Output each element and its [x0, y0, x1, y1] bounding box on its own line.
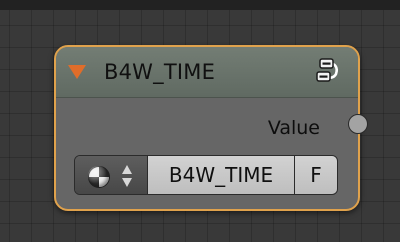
fake-user-button[interactable]: F — [295, 156, 337, 194]
node-title: B4W_TIME — [104, 60, 216, 84]
node-header[interactable]: B4W_TIME — [56, 47, 358, 98]
up-down-arrows-icon — [122, 165, 132, 187]
editor-top-strip — [0, 0, 400, 10]
group-node[interactable]: B4W_TIME Value B4W_TIME F — [54, 45, 360, 211]
node-group-icon[interactable] — [314, 56, 344, 86]
output-socket-label: Value — [267, 117, 320, 139]
collapse-arrow-icon[interactable] — [68, 65, 86, 79]
node-group-name-field[interactable]: B4W_TIME — [148, 156, 295, 194]
node-group-selector[interactable]: B4W_TIME F — [74, 155, 338, 195]
output-socket[interactable] — [348, 114, 368, 134]
browse-node-group-button[interactable] — [75, 156, 148, 194]
material-ball-highlight — [88, 166, 108, 186]
